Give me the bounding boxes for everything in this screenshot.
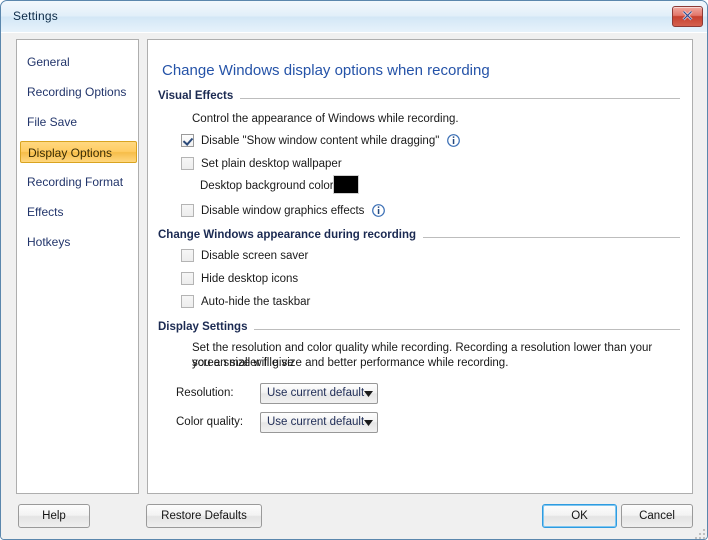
checkbox-hide-desktop-icons[interactable]: Hide desktop icons [181, 272, 298, 285]
visual-effects-description: Control the appearance of Windows while … [192, 112, 459, 127]
checkbox-label: Hide desktop icons [201, 273, 298, 285]
resolution-label: Resolution: [176, 387, 234, 399]
ok-button[interactable]: OK [542, 504, 617, 528]
sidebar-item-recording-options[interactable]: Recording Options [18, 81, 137, 103]
sidebar-item-effects[interactable]: Effects [18, 201, 137, 223]
cancel-button[interactable]: Cancel [621, 504, 693, 528]
chevron-down-icon [364, 420, 373, 426]
checkbox-box[interactable] [181, 134, 194, 147]
checkbox-box[interactable] [181, 249, 194, 262]
checkbox-box[interactable] [181, 295, 194, 308]
group-display-settings: Display Settings [158, 321, 680, 336]
checkbox-label: Disable "Show window content while dragg… [201, 135, 439, 147]
group-header-windows-appearance: Change Windows appearance during recordi… [158, 229, 680, 244]
checkbox-auto-hide-taskbar[interactable]: Auto-hide the taskbar [181, 295, 310, 308]
window-title: Settings [13, 9, 58, 23]
checkbox-disable-window-content-dragging[interactable]: Disable "Show window content while dragg… [181, 134, 460, 147]
restore-defaults-button[interactable]: Restore Defaults [146, 504, 262, 528]
color-quality-dropdown[interactable]: Use current default [260, 412, 378, 433]
settings-category-list: General Recording Options File Save Disp… [16, 39, 139, 494]
close-x-glyph [682, 10, 693, 21]
color-quality-label: Color quality: [176, 416, 243, 428]
group-windows-appearance: Change Windows appearance during recordi… [158, 229, 680, 244]
checkbox-label: Set plain desktop wallpaper [201, 158, 342, 170]
desktop-background-color-label: Desktop background color: [200, 180, 337, 192]
title-bar: Settings [1, 1, 708, 32]
checkbox-label: Disable window graphics effects [201, 205, 364, 217]
close-icon[interactable] [672, 6, 703, 27]
group-visual-effects: Visual Effects [158, 90, 680, 105]
settings-dialog: Settings General Recording Options File … [0, 0, 708, 540]
display-settings-description-line2: you a smaller file size and better perfo… [192, 356, 672, 371]
settings-content-panel: Change Windows display options when reco… [147, 39, 693, 494]
sidebar-item-hotkeys[interactable]: Hotkeys [18, 231, 137, 253]
checkbox-set-plain-desktop-wallpaper[interactable]: Set plain desktop wallpaper [181, 157, 342, 170]
help-button[interactable]: Help [18, 504, 90, 528]
checkbox-box[interactable] [181, 272, 194, 285]
checkbox-disable-window-graphics-effects[interactable]: Disable window graphics effects [181, 204, 385, 217]
color-quality-value: Use current default [267, 416, 364, 428]
sidebar-item-display-options[interactable]: Display Options [20, 141, 137, 163]
chevron-down-icon [364, 391, 373, 397]
checkbox-disable-screen-saver[interactable]: Disable screen saver [181, 249, 308, 262]
page-title: Change Windows display options when reco… [162, 62, 490, 79]
group-label-windows-appearance: Change Windows appearance during recordi… [158, 229, 423, 241]
info-icon[interactable] [372, 204, 385, 217]
checkbox-box[interactable] [181, 157, 194, 170]
info-icon[interactable] [447, 134, 460, 147]
resize-grip-icon[interactable] [694, 528, 706, 540]
sidebar-item-general[interactable]: General [18, 51, 137, 73]
group-label-visual-effects: Visual Effects [158, 90, 240, 102]
sidebar-item-file-save[interactable]: File Save [18, 111, 137, 133]
group-label-display-settings: Display Settings [158, 321, 254, 333]
resolution-dropdown[interactable]: Use current default [260, 383, 378, 404]
sidebar-item-recording-format[interactable]: Recording Format [18, 171, 137, 193]
checkbox-box[interactable] [181, 204, 194, 217]
resolution-value: Use current default [267, 387, 364, 399]
group-header-visual-effects: Visual Effects [158, 90, 680, 105]
checkbox-label: Auto-hide the taskbar [201, 296, 310, 308]
checkbox-label: Disable screen saver [201, 250, 308, 262]
dialog-body: General Recording Options File Save Disp… [1, 32, 708, 540]
desktop-background-color-swatch[interactable] [333, 175, 359, 194]
group-header-display-settings: Display Settings [158, 321, 680, 336]
